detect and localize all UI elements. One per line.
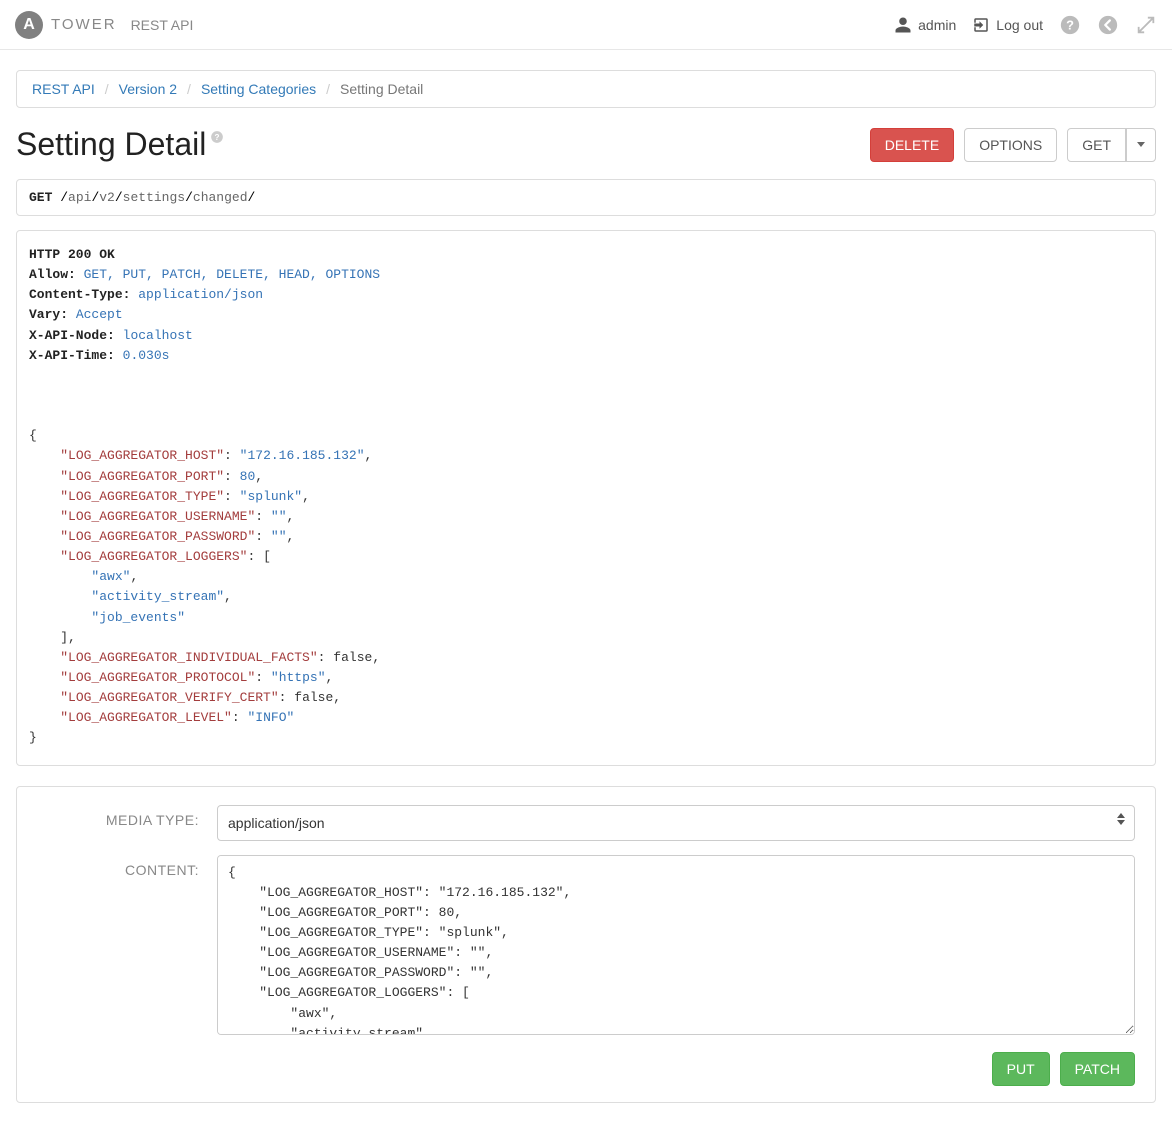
- logout-icon: [972, 16, 990, 34]
- navbar-brand: A TOWER REST API: [15, 11, 193, 39]
- form-panel: MEDIA TYPE: application/json CONTENT: PU…: [16, 786, 1156, 1103]
- breadcrumb-link[interactable]: REST API: [32, 81, 95, 97]
- breadcrumb-active: Setting Detail: [340, 81, 423, 97]
- breadcrumb: REST API / Version 2 / Setting Categories / Se…: [16, 70, 1156, 108]
- expand-icon: [1135, 14, 1157, 36]
- user-icon: [894, 16, 912, 34]
- request-line: GET /api/v2/settings/changed/: [16, 179, 1156, 216]
- expand-button[interactable]: [1135, 14, 1157, 36]
- get-button-group: GET: [1067, 128, 1156, 162]
- breadcrumb-link[interactable]: Setting Categories: [201, 81, 316, 97]
- svg-text:?: ?: [215, 133, 220, 142]
- content-label: CONTENT:: [37, 855, 217, 878]
- tower-logo-icon: A: [15, 11, 43, 39]
- back-button[interactable]: [1097, 14, 1119, 36]
- caret-down-icon: [1137, 142, 1145, 147]
- delete-button[interactable]: DELETE: [870, 128, 954, 162]
- nav-logout-label: Log out: [996, 17, 1043, 33]
- options-button[interactable]: OPTIONS: [964, 128, 1057, 162]
- help-icon: ?: [1059, 14, 1081, 36]
- nav-user-label: admin: [918, 17, 956, 33]
- page-title-text: Setting Detail: [16, 126, 206, 163]
- navbar: A TOWER REST API admin Log out ?: [0, 0, 1172, 50]
- help-button[interactable]: ?: [1059, 14, 1081, 36]
- nav-logout[interactable]: Log out: [972, 16, 1043, 34]
- brand-sub: REST API: [131, 17, 194, 33]
- response-block: HTTP 200 OK Allow: GET, PUT, PATCH, DELE…: [16, 230, 1156, 766]
- nav-user[interactable]: admin: [894, 16, 956, 34]
- page-title: Setting Detail ?: [16, 126, 224, 163]
- action-buttons: DELETE OPTIONS GET: [870, 128, 1156, 162]
- media-type-select[interactable]: application/json: [217, 805, 1135, 841]
- put-button[interactable]: PUT: [992, 1052, 1050, 1086]
- help-icon[interactable]: ?: [210, 130, 224, 147]
- svg-text:?: ?: [1066, 17, 1074, 32]
- back-icon: [1097, 14, 1119, 36]
- breadcrumb-separator: /: [324, 81, 332, 97]
- breadcrumb-separator: /: [103, 81, 111, 97]
- get-dropdown-toggle[interactable]: [1126, 128, 1156, 162]
- brand-word: TOWER: [51, 16, 117, 33]
- media-type-label: MEDIA TYPE:: [37, 805, 217, 828]
- breadcrumb-link[interactable]: Version 2: [119, 81, 177, 97]
- content-textarea[interactable]: [217, 855, 1135, 1035]
- patch-button[interactable]: PATCH: [1060, 1052, 1135, 1086]
- get-button[interactable]: GET: [1067, 128, 1126, 162]
- breadcrumb-separator: /: [185, 81, 193, 97]
